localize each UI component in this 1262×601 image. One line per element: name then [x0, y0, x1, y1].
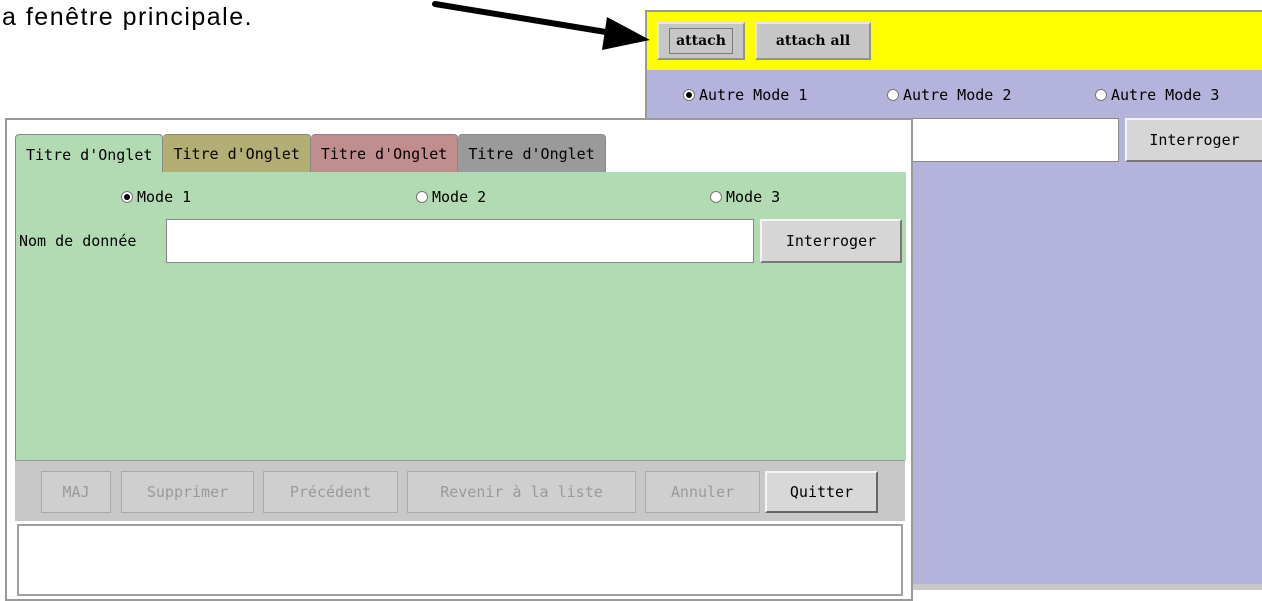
- annotation-arrow-icon: [432, 1, 650, 50]
